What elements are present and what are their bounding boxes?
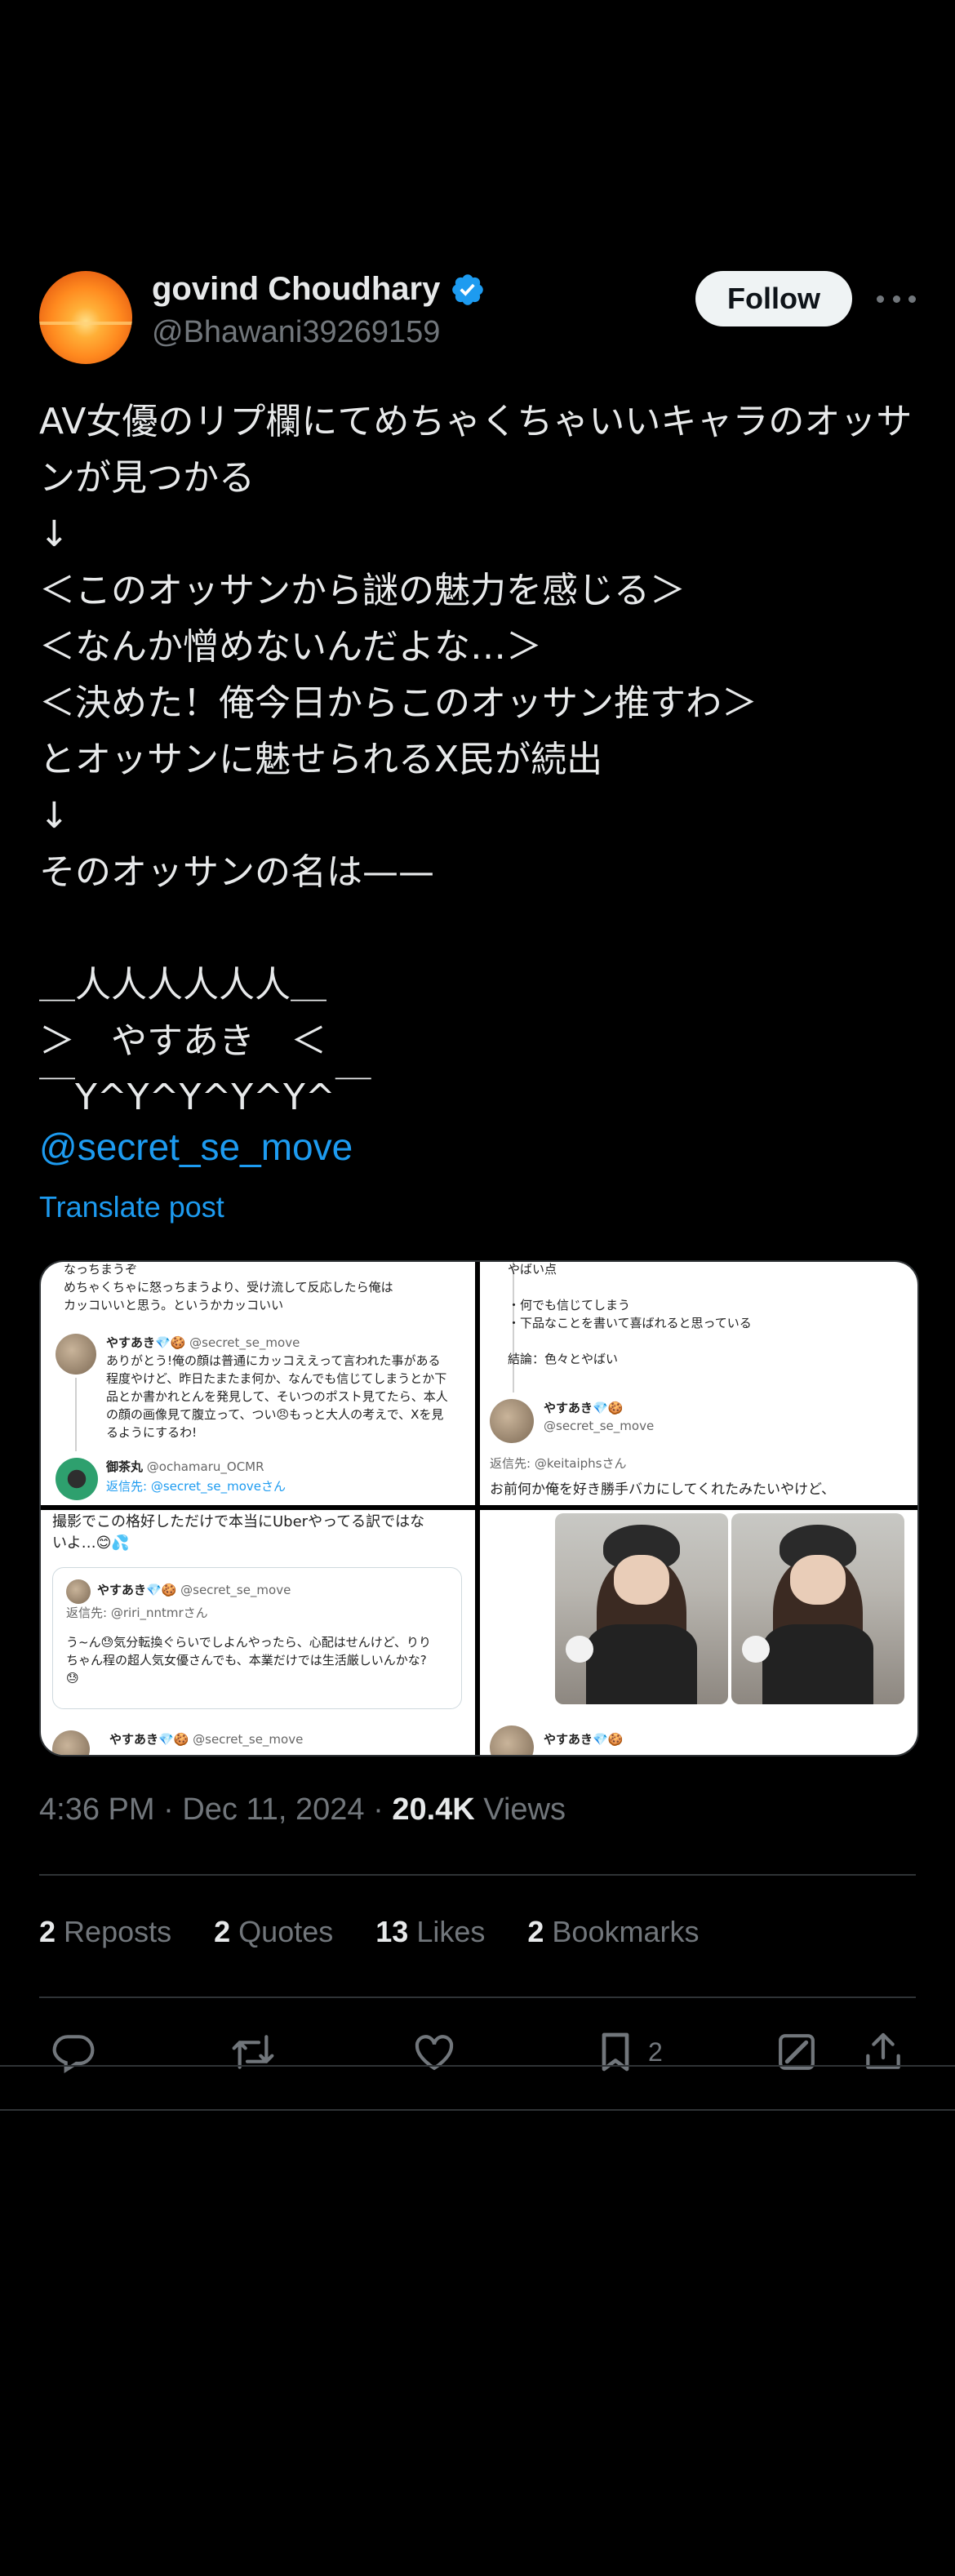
- views-count: 20.4K: [392, 1792, 475, 1827]
- author-handle[interactable]: @Bhawani39269159: [152, 315, 440, 350]
- repost-icon: [232, 2035, 274, 2069]
- grok-button[interactable]: [774, 2023, 820, 2081]
- avatar: [56, 1458, 98, 1500]
- bookmark-button[interactable]: 2: [593, 2023, 663, 2081]
- reposts-stat[interactable]: 2 Reposts: [39, 1915, 171, 1948]
- reply-icon: [52, 2035, 95, 2073]
- quoted-post: やすあき💎🍪 @secret_se_move 返信先: @riri_nntmrさ…: [52, 1567, 462, 1709]
- more-options-icon[interactable]: [877, 284, 916, 313]
- divider: [39, 1874, 916, 1876]
- author-name[interactable]: govind Choudhary: [152, 271, 440, 308]
- post-timestamp-views: 4:36 PM · Dec 11, 2024 · 20.4K Views: [39, 1792, 566, 1827]
- share-icon: [866, 2032, 900, 2069]
- heart-icon: [415, 2035, 454, 2071]
- avatar: [490, 1399, 534, 1443]
- author-avatar[interactable]: [39, 271, 132, 364]
- post-date[interactable]: Dec 11, 2024: [182, 1792, 364, 1827]
- share-button[interactable]: [860, 2023, 906, 2081]
- media-image-3[interactable]: 撮影でこの格好しただけで本当にUberやってる訳ではな いよ…😊💦 やすあき💎🍪…: [41, 1510, 475, 1755]
- grok-icon: [779, 2034, 815, 2070]
- media-grid[interactable]: なっちまうぞ めちゃくちゃに怒っちまうより、受け流して反応したら俺は カッコいい…: [39, 1260, 919, 1757]
- photo: [555, 1513, 728, 1704]
- verified-badge-icon: [452, 273, 484, 305]
- reply-button[interactable]: [51, 2023, 96, 2081]
- action-bar: 2: [39, 2023, 916, 2081]
- translate-post-link[interactable]: Translate post: [39, 1190, 224, 1224]
- quotes-stat[interactable]: 2 Quotes: [214, 1915, 333, 1948]
- post-stats: 2 Reposts 2 Quotes 13 Likes 2 Bookmarks: [39, 1915, 699, 1949]
- bookmarks-stat[interactable]: 2 Bookmarks: [527, 1915, 699, 1948]
- follow-button[interactable]: Follow: [695, 271, 852, 326]
- photo: [731, 1513, 904, 1704]
- likes-stat[interactable]: 13 Likes: [375, 1915, 485, 1948]
- divider: [0, 2065, 955, 2067]
- post-text: AV女優のリプ欄にてめちゃくちゃいいキャラのオッサンが見つかる ↓ ＜このオッサ…: [39, 401, 913, 1118]
- close-icon[interactable]: [39, 0, 88, 16]
- post-header: govind Choudhary @Bhawani39269159 Follow: [39, 269, 916, 364]
- divider: [0, 2109, 955, 2111]
- author-name-row[interactable]: govind Choudhary: [152, 271, 486, 308]
- views-label: Views: [483, 1792, 566, 1827]
- bookmark-icon: [602, 2032, 629, 2072]
- media-image-2[interactable]: やばい点 ・何でも信じてしまう ・下品なことを書いて喜ばれると思っている 結論：…: [480, 1262, 917, 1505]
- mention-link[interactable]: @secret_se_move: [39, 1125, 353, 1169]
- divider: [39, 1996, 916, 1998]
- repost-button[interactable]: [230, 2023, 276, 2081]
- media-image-1[interactable]: なっちまうぞ めちゃくちゃに怒っちまうより、受け流して反応したら俺は カッコいい…: [41, 1262, 475, 1505]
- like-button[interactable]: [411, 2023, 457, 2081]
- avatar: [56, 1334, 96, 1375]
- post-time[interactable]: 4:36 PM: [39, 1792, 155, 1827]
- media-image-4[interactable]: やすあき💎🍪: [480, 1510, 917, 1755]
- bookmark-count: 2: [648, 2036, 663, 2067]
